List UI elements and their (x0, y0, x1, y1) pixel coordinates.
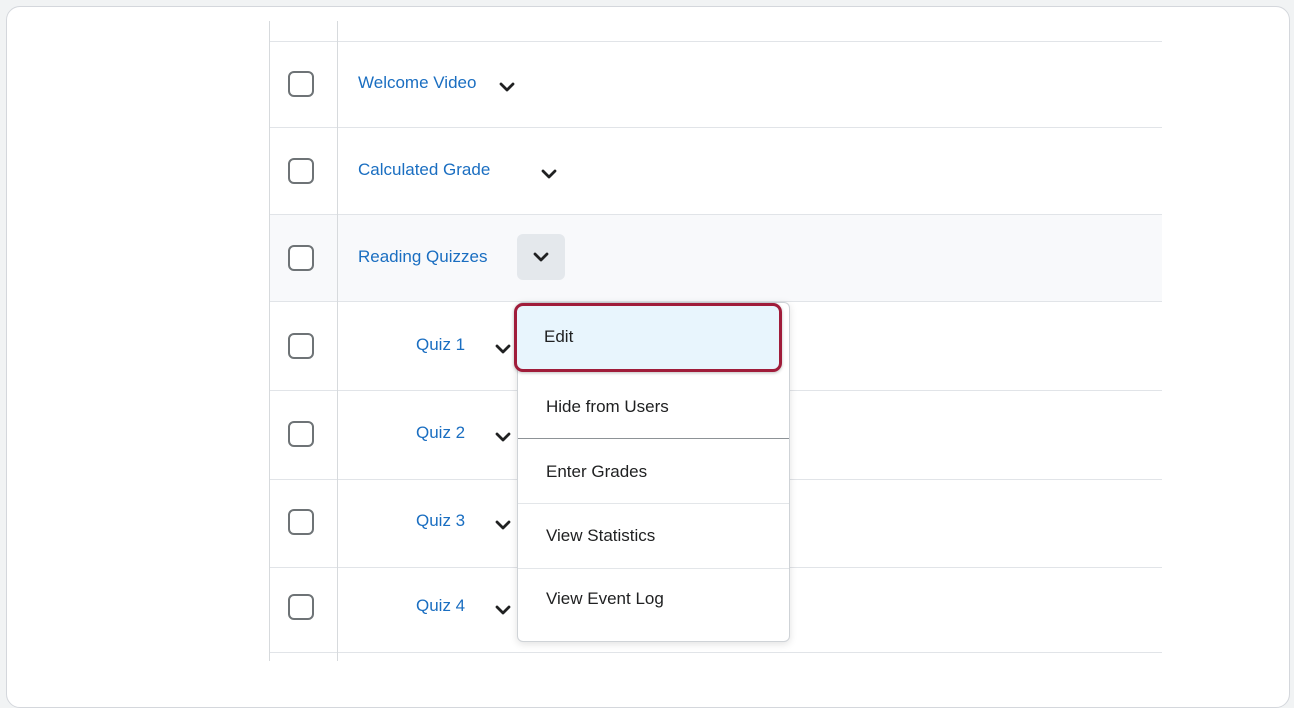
row-checkbox[interactable] (288, 333, 314, 359)
item-link-quiz-1[interactable]: Quiz 1 (416, 335, 465, 355)
row-divider (269, 41, 1162, 42)
row-checkbox[interactable] (288, 245, 314, 271)
item-link-quiz-3[interactable]: Quiz 3 (416, 511, 465, 531)
menu-item-view-statistics[interactable]: View Statistics (518, 504, 789, 568)
row-checkbox[interactable] (288, 158, 314, 184)
chevron-down-icon[interactable] (494, 430, 512, 444)
row-checkbox[interactable] (288, 421, 314, 447)
chevron-down-icon (533, 252, 549, 262)
column-divider (337, 21, 338, 661)
chevron-down-icon[interactable] (494, 518, 512, 532)
menu-item-enter-grades[interactable]: Enter Grades (518, 439, 789, 503)
row-divider (269, 652, 1162, 653)
chevron-down-icon[interactable] (540, 167, 558, 181)
menu-item-label: Edit (544, 327, 574, 346)
row-divider (269, 127, 1162, 128)
column-divider-left (269, 21, 270, 661)
menu-item-hide-from-users[interactable]: Hide from Users (518, 373, 789, 438)
chevron-down-icon[interactable] (494, 603, 512, 617)
menu-item-label: View Event Log (546, 589, 664, 608)
row-checkbox[interactable] (288, 509, 314, 535)
item-link-quiz-2[interactable]: Quiz 2 (416, 423, 465, 443)
row-checkbox[interactable] (288, 71, 314, 97)
gradebook-card: Welcome Video Calculated Grade Reading Q… (6, 6, 1290, 708)
menu-item-view-event-log[interactable]: View Event Log (518, 569, 789, 633)
menu-item-label: Hide from Users (546, 397, 669, 416)
item-link-welcome-video[interactable]: Welcome Video (358, 73, 476, 93)
chevron-down-icon[interactable] (494, 342, 512, 356)
item-link-quiz-4[interactable]: Quiz 4 (416, 596, 465, 616)
item-link-calculated-grade[interactable]: Calculated Grade (358, 160, 490, 180)
menu-item-label: View Statistics (546, 526, 656, 545)
menu-item-edit[interactable]: Edit (514, 303, 782, 372)
row-divider (269, 214, 1162, 215)
chevron-down-button-active[interactable] (517, 234, 565, 280)
row-checkbox[interactable] (288, 594, 314, 620)
chevron-down-icon[interactable] (498, 80, 516, 94)
item-link-reading-quizzes[interactable]: Reading Quizzes (358, 247, 487, 267)
menu-item-label: Enter Grades (546, 462, 648, 481)
